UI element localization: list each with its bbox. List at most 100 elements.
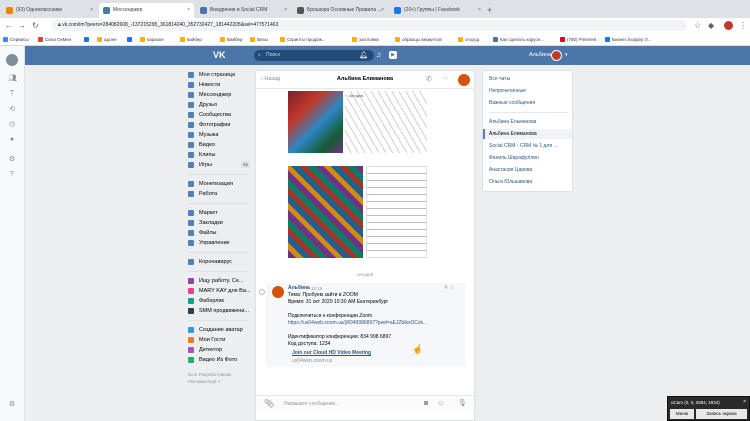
profile-avatar[interactable] xyxy=(724,21,733,30)
browser-tab[interactable]: Внедрение в Social CRM × xyxy=(196,3,291,18)
message-author[interactable]: Альбина xyxy=(288,285,310,292)
chevron-down-icon[interactable]: ▾ xyxy=(565,51,568,60)
user-name[interactable]: Альбина xyxy=(529,51,551,60)
sidebar-item-music[interactable]: Музыка xyxy=(188,130,250,140)
chat-list-item-selected[interactable]: Альбина Елиманова xyxy=(483,129,572,139)
bookmark[interactable]: Сервисы xyxy=(3,35,29,44)
footer-links[interactable]: Реклама Ещё ˅ xyxy=(188,378,250,385)
bell-icon[interactable]: ● xyxy=(8,136,16,144)
bookmark[interactable]: Визы xyxy=(250,35,268,44)
bookmark[interactable]: Вайбер xyxy=(220,35,243,44)
sidebar-item-group[interactable]: SMM продвижени... xyxy=(188,306,250,316)
chat-list-item[interactable]: Анастасия Царева xyxy=(483,165,572,175)
back-arrow-icon[interactable]: ← xyxy=(5,21,13,30)
crochet-blanket-photo[interactable] xyxy=(288,166,363,258)
music-icon[interactable]: ♫ xyxy=(376,51,381,60)
sidebar-item-news[interactable]: Новости xyxy=(188,80,250,90)
bookmark[interactable]: (780) Pinterest xyxy=(560,35,597,44)
close-icon[interactable]: × xyxy=(284,3,287,18)
sidebar-item-manage[interactable]: Управление xyxy=(188,238,250,248)
paperclip-icon[interactable]: 📎︎ xyxy=(264,399,274,409)
chat-list-item[interactable]: Ольга Юльшавова xyxy=(483,177,572,187)
browser-tab-active[interactable]: Мессенджер × xyxy=(99,3,194,18)
filter-all-chats[interactable]: Все чаты xyxy=(483,74,572,84)
zoom-link[interactable]: https://us04web.zoom.us/j/8349986897?pwd… xyxy=(288,320,427,327)
sidebar-item-friends[interactable]: Друзья xyxy=(188,100,250,110)
link-preview-title[interactable]: Join our Cloud HD Video Meeting xyxy=(292,350,371,357)
sidebar-item-monetization[interactable]: Монетизация xyxy=(188,179,250,189)
text-icon[interactable]: T xyxy=(8,90,16,98)
star-icon[interactable]: ☆ xyxy=(694,21,701,30)
pattern-photo[interactable]: сегодня xyxy=(345,91,427,153)
bell-icon[interactable]: 🔔︎ xyxy=(359,51,368,60)
sidebar-item-app[interactable]: Мои Гости xyxy=(188,335,250,345)
sidebar-item-video[interactable]: Видео xyxy=(188,140,250,150)
close-icon[interactable]: × xyxy=(478,3,481,18)
sidebar-item-my-page[interactable]: Моя страница xyxy=(188,70,250,80)
sidebar-item-clips[interactable]: Клипы xyxy=(188,150,250,160)
bookmark[interactable]: образцы аккаунтов xyxy=(395,35,442,44)
camera-icon[interactable]: ◙ xyxy=(424,399,428,409)
message-input[interactable]: Напишите сообщение... xyxy=(280,399,440,409)
bookmark[interactable]: Скрипты продаж... xyxy=(280,35,325,44)
crochet-photo[interactable] xyxy=(288,91,343,153)
message[interactable]: Альбина 12:16 ✎ ☆ Тема: Пробуем зайти в … xyxy=(259,283,466,367)
sidebar-item-app[interactable]: Создание аватар xyxy=(188,325,250,335)
forward-arrow-icon[interactable]: → xyxy=(18,21,26,30)
edit-icon[interactable]: ✎ xyxy=(444,285,448,291)
bookmark[interactable]: Как сделать карусе... xyxy=(493,35,544,44)
close-icon[interactable]: × xyxy=(381,3,384,18)
vk-logo[interactable]: VK xyxy=(213,51,226,60)
bookmark[interactable]: Бизнес Бордер Л... xyxy=(605,35,651,44)
sidebar-item-work[interactable]: Работа xyxy=(188,189,250,199)
select-checkbox[interactable] xyxy=(259,289,265,295)
browser-tab[interactable]: Брошюра Основные Правила ... × xyxy=(293,3,388,18)
sidebar-item-group[interactable]: MARY KAY для Ва... xyxy=(188,286,250,296)
browser-tab[interactable]: (20+) Группы | Facebook × xyxy=(390,3,485,18)
play-icon[interactable]: ▶ xyxy=(389,51,397,59)
avatar[interactable] xyxy=(458,74,470,86)
bookmark[interactable]: заготовки xyxy=(352,35,379,44)
gear-icon[interactable]: ⚙ xyxy=(8,156,16,164)
more-icon[interactable]: ⋮ xyxy=(739,21,747,30)
bookmark[interactable]: вайбер xyxy=(180,35,202,44)
footer-links[interactable]: Блог Разработчикам xyxy=(188,371,250,378)
sidebar-item-group[interactable]: Фаберлик xyxy=(188,296,250,306)
chat-list-item[interactable]: Фаниль Шарафуллин xyxy=(483,153,572,163)
emoji-icon[interactable]: ☺ xyxy=(437,399,444,409)
sidebar-item-communities[interactable]: Сообщества xyxy=(188,110,250,120)
sidebar-item-app[interactable]: Детектор xyxy=(188,345,250,355)
pattern-diagram-photo[interactable] xyxy=(366,166,427,258)
filter-unread[interactable]: Непрочитанные xyxy=(483,86,572,96)
sidebar-item-photos[interactable]: Фотографии xyxy=(188,120,250,130)
bookmark[interactable]: Сила ОкМен xyxy=(38,35,71,44)
sidebar-item-coronavirus[interactable]: Коронавирус xyxy=(188,257,250,267)
bookmark[interactable]: огород xyxy=(458,35,479,44)
avatar[interactable] xyxy=(272,286,284,298)
sidebar-item-games[interactable]: Игры 56 xyxy=(188,160,250,170)
sidebar-item-files[interactable]: Файлы xyxy=(188,228,250,238)
url-input[interactable]: 🔒︎ vk.com/im?peers=284082608_-137215295_… xyxy=(52,20,687,31)
bookmark[interactable]: караоке xyxy=(140,35,164,44)
sidebar-item-bookmarks[interactable]: Закладки xyxy=(188,218,250,228)
filter-important[interactable]: Важные сообщения xyxy=(483,98,572,108)
phone-icon[interactable]: ✆ xyxy=(426,75,432,84)
avatar[interactable] xyxy=(6,54,18,66)
star-icon[interactable]: ☆ xyxy=(450,285,454,291)
sidebar-item-messenger[interactable]: Мессенджер xyxy=(188,90,250,100)
ucam-record-button[interactable]: Запись экрана xyxy=(696,409,747,419)
sidebar-item-group[interactable]: Ищу работу. Се... xyxy=(188,276,250,286)
close-icon[interactable]: × xyxy=(90,3,93,18)
reload-icon[interactable]: ↻ xyxy=(32,21,39,30)
new-tab-button[interactable]: + xyxy=(487,4,492,16)
sidebar-item-app[interactable]: Видео Из Фото xyxy=(188,355,250,365)
search-input[interactable]: ⌕ Поиск xyxy=(254,50,374,61)
sidebar-item-market[interactable]: Маркет xyxy=(188,208,250,218)
users-icon[interactable]: 👥︎ xyxy=(8,75,17,83)
more-icon[interactable]: ··· xyxy=(442,74,449,83)
chat-list-item[interactable]: Social CRM - CRM № 1 для ... xyxy=(483,141,572,151)
microphone-icon[interactable]: 🎙︎ xyxy=(458,399,467,409)
clock-icon[interactable]: ◷ xyxy=(8,121,16,129)
browser-tab[interactable]: (93) Одноклассники × xyxy=(2,3,97,18)
help-icon[interactable]: ? xyxy=(8,171,16,179)
